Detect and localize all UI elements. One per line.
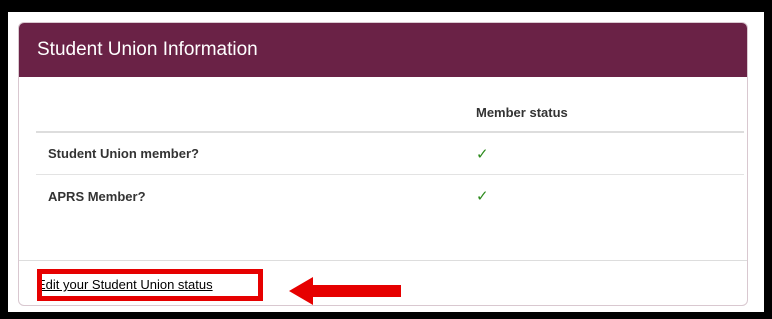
table-header-row: Member status	[36, 93, 744, 133]
checkmark-icon: ✓	[476, 188, 489, 205]
table-row: Student Union member? ✓	[36, 133, 744, 175]
checkmark-icon: ✓	[476, 145, 489, 163]
panel-header: Student Union Information	[19, 23, 747, 77]
row-label-aprs-member: APRS Member?	[48, 188, 146, 204]
edit-student-union-status-link[interactable]: Edit your Student Union status	[37, 277, 213, 292]
table-row: APRS Member? ✓	[36, 175, 744, 217]
student-union-panel: Student Union Information Member status …	[18, 22, 748, 306]
footer-divider	[19, 260, 747, 261]
arrow-left-icon	[289, 277, 401, 305]
row-label-student-union-member: Student Union member?	[48, 146, 199, 161]
screenshot-frame: Student Union Information Member status …	[8, 12, 764, 312]
panel-title: Student Union Information	[37, 39, 258, 60]
member-status-table: Member status Student Union member? ✓ AP…	[36, 93, 744, 217]
column-header-member-status: Member status	[476, 104, 568, 120]
